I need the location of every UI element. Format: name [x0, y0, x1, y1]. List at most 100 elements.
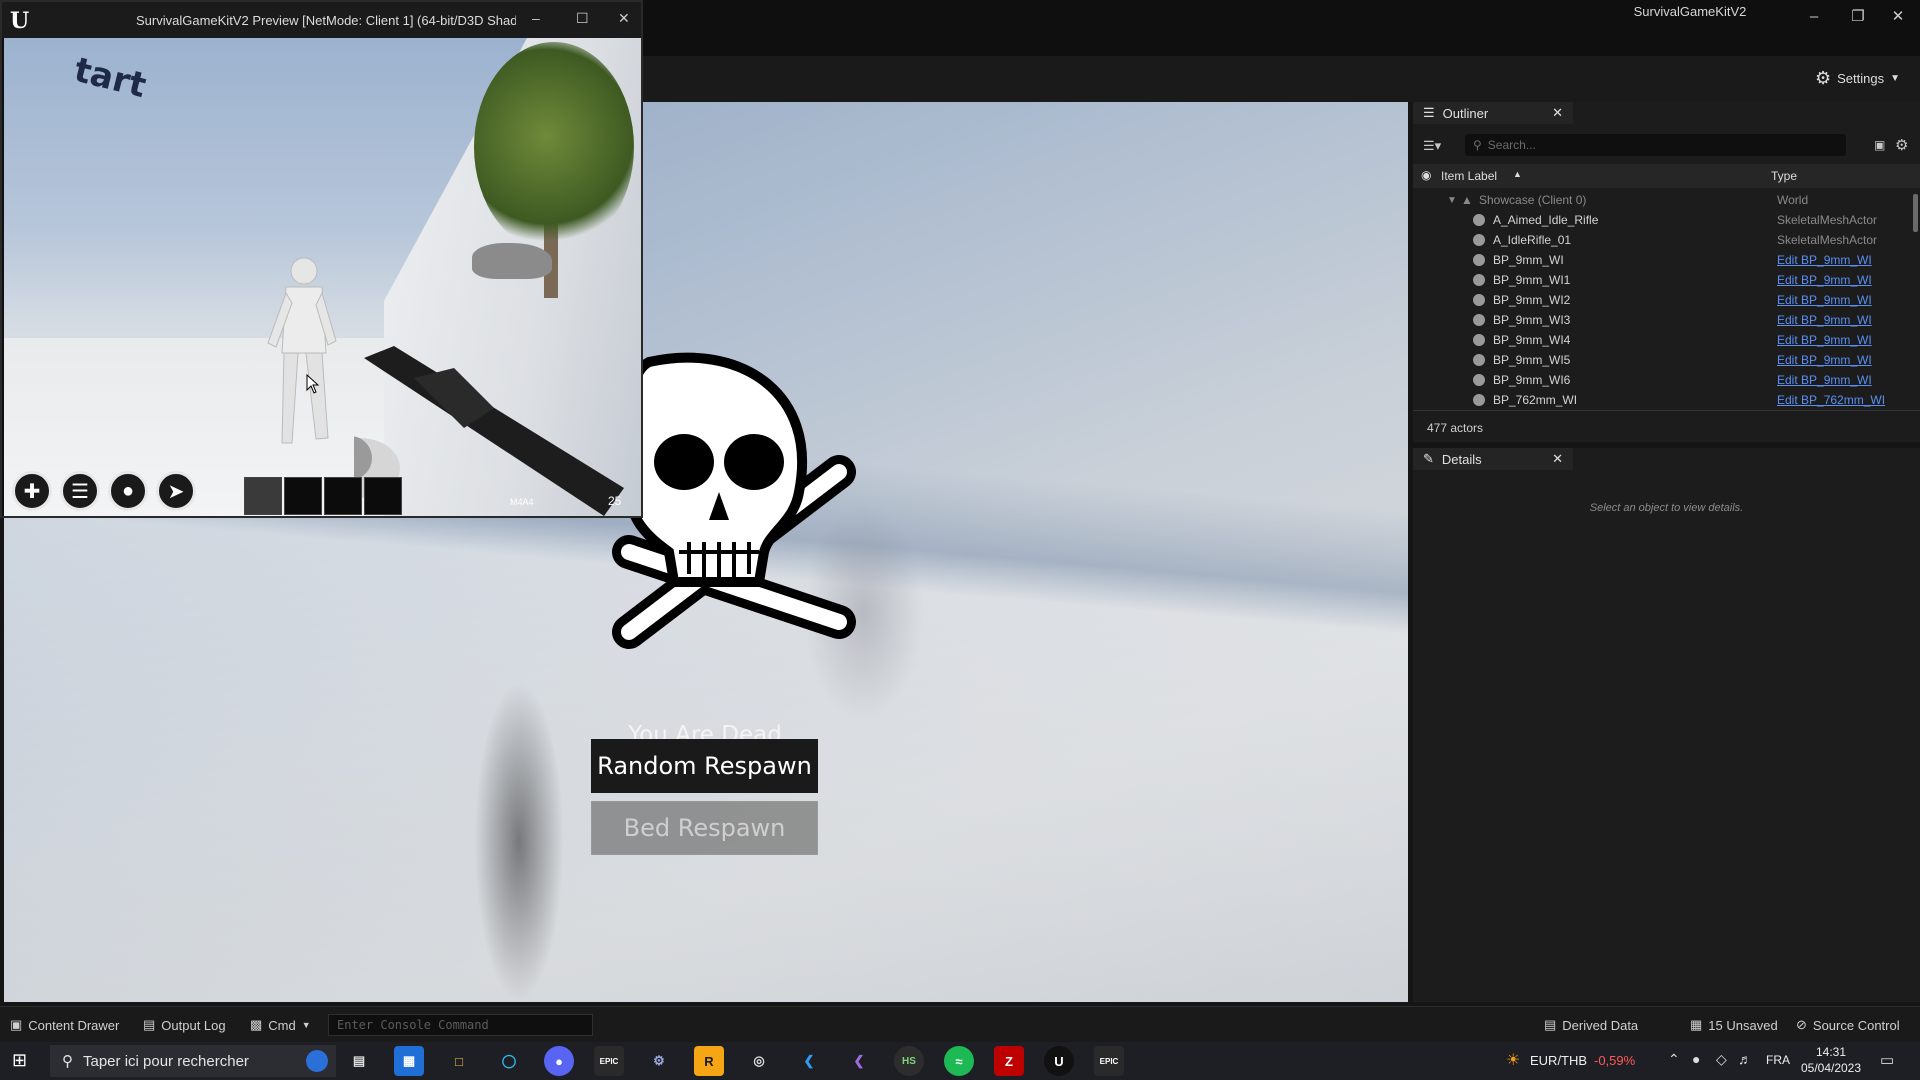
row-type-link[interactable]: Edit BP_9mm_WI	[1777, 273, 1872, 287]
outliner-search-input[interactable]: ⚲ Search...	[1465, 134, 1846, 156]
language-indicator[interactable]: FRA	[1766, 1053, 1790, 1067]
notification-icon[interactable]: ▭	[1880, 1051, 1894, 1069]
row-type-link[interactable]: Edit BP_9mm_WI	[1777, 373, 1872, 387]
filezilla-icon[interactable]: Z	[994, 1046, 1024, 1076]
output-log-label: Output Log	[161, 1017, 226, 1033]
details-panel: ✎ Details ✕ Select an object to view det…	[1413, 448, 1920, 1002]
microphone-icon[interactable]: ●	[1692, 1051, 1700, 1067]
weapon-name: M4A4	[510, 497, 534, 507]
row-type-link[interactable]: Edit BP_9mm_WI	[1777, 333, 1872, 347]
console-input[interactable]: Enter Console Command	[328, 1014, 593, 1036]
cmd-dropdown[interactable]: ▩ Cmd ▼	[250, 1017, 311, 1033]
folder-add-icon[interactable]: ▣	[1874, 138, 1885, 152]
outliner-row[interactable]: A_IdleRifle_01 SkeletalMeshActor	[1413, 230, 1913, 250]
epic-games-icon[interactable]: EPIC	[594, 1046, 624, 1076]
outliner-row[interactable]: BP_9mm_WI5 Edit BP_9mm_WI	[1413, 350, 1913, 370]
visibility-icon[interactable]: ◉	[1421, 168, 1431, 182]
volume-icon[interactable]: ♬	[1738, 1051, 1752, 1067]
close-icon[interactable]: ✕	[1552, 451, 1563, 467]
row-label: BP_9mm_WI2	[1493, 293, 1571, 307]
filter-icon[interactable]: ☰▾	[1423, 138, 1441, 154]
windows-start-icon[interactable]: ⊞	[12, 1050, 27, 1071]
row-type-link[interactable]: Edit BP_9mm_WI	[1777, 313, 1872, 327]
minimize-button[interactable]: –	[1792, 0, 1836, 32]
hotbar-slot[interactable]	[284, 477, 322, 515]
random-respawn-button[interactable]: Random Respawn	[591, 739, 818, 793]
derived-data-button[interactable]: ▤ Derived Data	[1544, 1017, 1638, 1033]
folder-icon: ▣	[10, 1017, 23, 1032]
outliner-row[interactable]: BP_9mm_WI3 Edit BP_9mm_WI	[1413, 310, 1913, 330]
tab-outliner[interactable]: ☰ Outliner ✕	[1413, 102, 1573, 124]
content-drawer-button[interactable]: ▣ Content Drawer	[10, 1017, 119, 1033]
health-icon: ✚	[12, 471, 52, 511]
output-log-button[interactable]: ▤ Output Log	[143, 1017, 226, 1033]
edge-icon[interactable]: ◯	[494, 1046, 524, 1076]
visual-studio-icon[interactable]: ❮	[844, 1046, 874, 1076]
close-icon[interactable]: ✕	[1552, 105, 1563, 121]
expand-icon[interactable]: ▼	[1447, 195, 1457, 206]
outliner-row[interactable]: BP_9mm_WI Edit BP_9mm_WI	[1413, 250, 1913, 270]
water-icon: ●	[108, 471, 148, 511]
log-icon: ▤	[143, 1017, 156, 1032]
skeletal-mesh-icon	[1473, 234, 1485, 246]
store-icon[interactable]: ▦	[394, 1046, 424, 1076]
vscode-icon[interactable]: ❮	[794, 1046, 824, 1076]
clock[interactable]: 14:31 05/04/2023	[1796, 1044, 1866, 1076]
task-view-icon[interactable]: ▤	[344, 1046, 374, 1076]
taskbar-search[interactable]: ⚲ Taper ici pour rechercher	[50, 1045, 336, 1077]
pie-preview-window[interactable]: U SurvivalGameKitV2 Preview [NetMode: Cl…	[0, 0, 643, 518]
pie-minimize-button[interactable]: –	[532, 10, 540, 26]
hotbar-slot[interactable]	[364, 477, 402, 515]
search-placeholder: Search...	[1487, 138, 1536, 152]
ubisoft-icon[interactable]: ◎	[744, 1046, 774, 1076]
restore-button[interactable]: ❐	[1836, 0, 1880, 32]
currency-pair[interactable]: EUR/THB	[1530, 1053, 1587, 1068]
pie-maximize-button[interactable]: ☐	[576, 10, 589, 27]
settings-button[interactable]: ⚙ Settings ▼	[1815, 68, 1900, 89]
outliner-row[interactable]: BP_9mm_WI6 Edit BP_9mm_WI	[1413, 370, 1913, 390]
row-type-link[interactable]: Edit BP_762mm_WI	[1777, 393, 1885, 407]
col-item-label[interactable]: Item Label	[1441, 169, 1497, 183]
terminal-icon: ▩	[250, 1017, 263, 1032]
outliner-row[interactable]: BP_762mm_WI Edit BP_762mm_WI	[1413, 390, 1913, 410]
outliner-scrollbar[interactable]	[1913, 194, 1918, 232]
row-type-link[interactable]: Edit BP_9mm_WI	[1777, 293, 1872, 307]
outliner-row[interactable]: A_Aimed_Idle_Rifle SkeletalMeshActor	[1413, 210, 1913, 230]
outliner-row[interactable]: BP_9mm_WI2 Edit BP_9mm_WI	[1413, 290, 1913, 310]
close-button[interactable]: ✕	[1876, 0, 1920, 32]
chevron-up-icon[interactable]: ⌃	[1668, 1051, 1680, 1068]
ammo-count: 25	[608, 494, 622, 508]
bed-respawn-button[interactable]: Bed Respawn	[591, 801, 818, 855]
epic-launcher-icon[interactable]: EPIC	[1094, 1046, 1124, 1076]
steam-icon[interactable]: ⚙	[644, 1046, 674, 1076]
hs-icon[interactable]: HS	[894, 1046, 924, 1076]
blueprint-icon	[1473, 334, 1485, 346]
discord-icon[interactable]: ●	[544, 1046, 574, 1076]
unsaved-button[interactable]: ▦ 15 Unsaved	[1690, 1017, 1778, 1033]
list-icon: ☰	[1423, 105, 1435, 120]
hotbar-slot[interactable]	[244, 477, 282, 515]
pie-close-button[interactable]: ✕	[618, 10, 630, 27]
file-explorer-icon[interactable]: □	[444, 1046, 474, 1076]
network-icon[interactable]: ◇	[1716, 1051, 1727, 1068]
blueprint-icon	[1473, 314, 1485, 326]
row-type-link[interactable]: Edit BP_9mm_WI	[1777, 353, 1872, 367]
unreal-engine-icon[interactable]: U	[1044, 1046, 1074, 1076]
pie-game-view[interactable]: tart	[4, 38, 641, 516]
rockstar-icon[interactable]: R	[694, 1046, 724, 1076]
tab-details[interactable]: ✎ Details ✕	[1413, 448, 1573, 470]
blueprint-icon	[1473, 254, 1485, 266]
col-type[interactable]: Type	[1771, 169, 1797, 183]
gear-icon[interactable]: ⚙	[1895, 136, 1908, 154]
hotbar-slot[interactable]	[324, 477, 362, 515]
outliner-root-row[interactable]: ▼ ▲ Showcase (Client 0) World	[1413, 190, 1913, 210]
database-icon: ▤	[1544, 1017, 1557, 1032]
row-type-link[interactable]: Edit BP_9mm_WI	[1777, 253, 1872, 267]
source-control-button[interactable]: ⊘ Source Control	[1796, 1017, 1900, 1033]
source-control-label: Source Control	[1812, 1017, 1900, 1033]
search-icon: ⚲	[62, 1053, 73, 1070]
outliner-row[interactable]: BP_9mm_WI4 Edit BP_9mm_WI	[1413, 330, 1913, 350]
spotify-icon[interactable]: ≈	[944, 1046, 974, 1076]
gear-icon: ⚙	[1814, 68, 1832, 88]
outliner-row[interactable]: BP_9mm_WI1 Edit BP_9mm_WI	[1413, 270, 1913, 290]
